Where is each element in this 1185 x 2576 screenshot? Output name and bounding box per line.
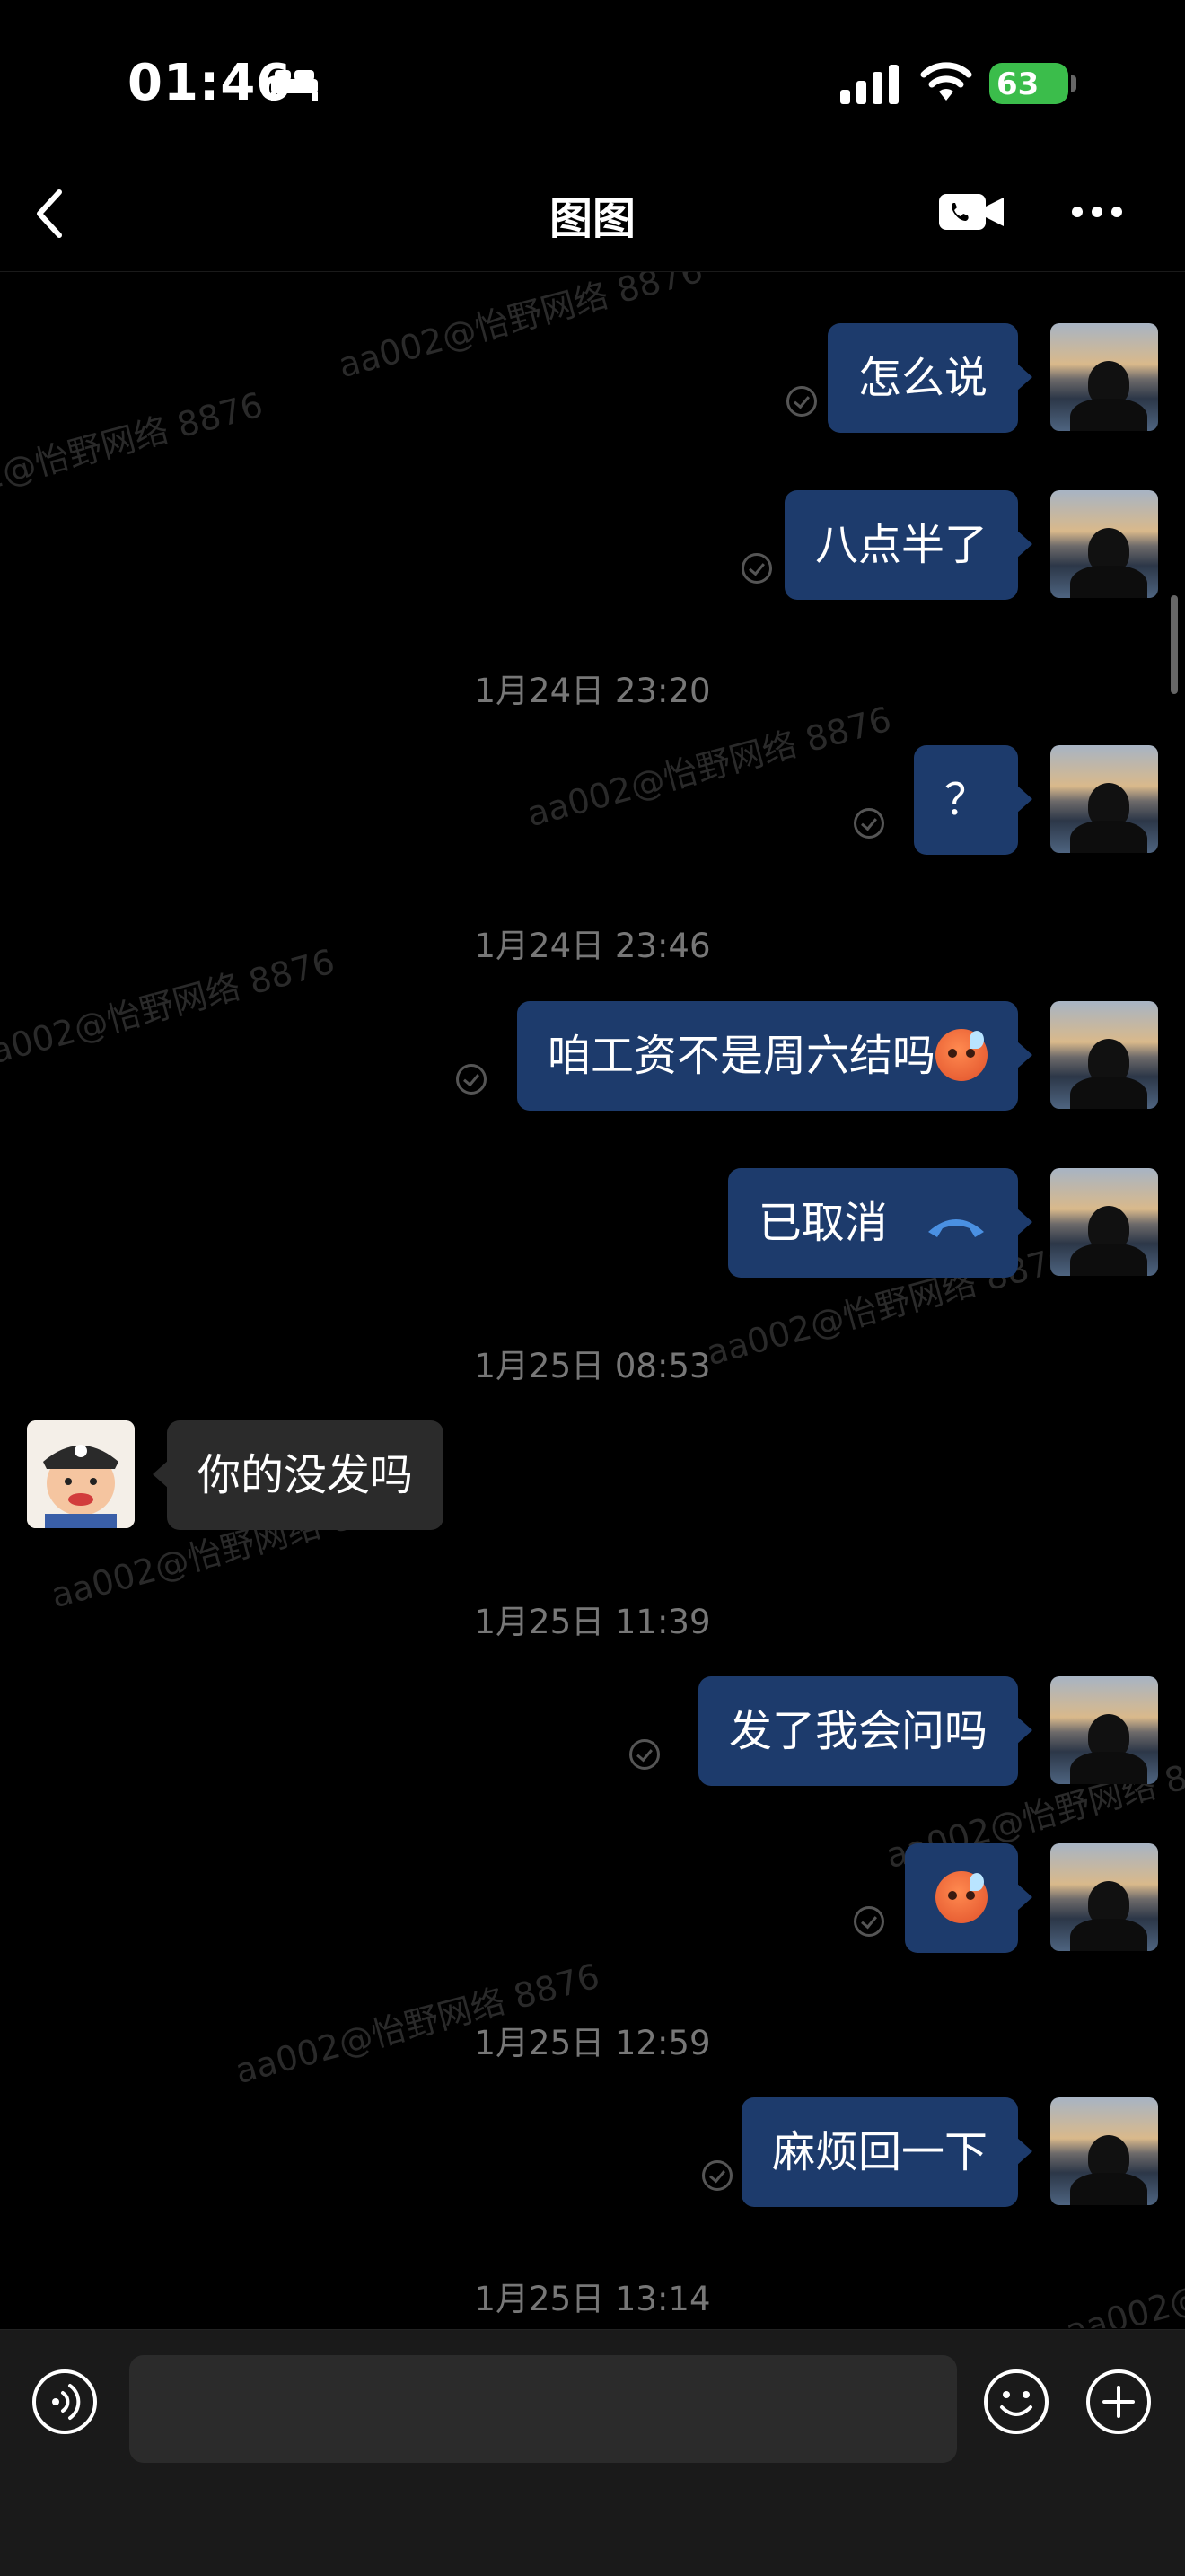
call-cancelled-bubble[interactable]: 已取消 <box>727 1168 1033 1278</box>
message-row: 已取消 <box>0 1168 1185 1278</box>
message-bubble[interactable]: ？ <box>913 745 1033 855</box>
message-text: 已取消 <box>758 1198 888 1248</box>
read-check-icon <box>854 808 884 839</box>
message-row: 发了我会问吗 <box>0 1676 1185 1786</box>
sweat-emoji-icon <box>935 1029 988 1081</box>
battery-tip <box>1071 75 1076 92</box>
sweat-emoji-icon <box>935 1871 988 1923</box>
wifi-icon <box>920 62 972 101</box>
message-row: 咱工资不是周六结吗 <box>0 1001 1185 1111</box>
bed-icon <box>271 70 318 101</box>
message-row <box>0 1843 1185 1953</box>
timestamp: 1月25日 13:14 <box>474 2280 711 2318</box>
message-bubble[interactable]: 怎么说 <box>827 323 1033 433</box>
read-check-icon <box>786 386 817 417</box>
voice-icon[interactable] <box>31 2368 99 2436</box>
my-avatar[interactable] <box>1050 323 1158 431</box>
read-check-icon <box>702 2160 733 2191</box>
read-check-icon <box>456 1064 487 1095</box>
message-row: 你的没发吗 <box>0 1420 1185 1530</box>
input-bar <box>0 2329 1185 2576</box>
message-bubble[interactable]: 八点半了 <box>784 490 1033 600</box>
message-row: 麻烦回一下 <box>0 2097 1185 2207</box>
chat-title: 图图 <box>549 194 636 244</box>
my-avatar[interactable] <box>1050 2097 1158 2205</box>
more-icon[interactable] <box>1070 205 1124 219</box>
timestamp: 1月25日 12:59 <box>474 2024 711 2062</box>
message-bubble[interactable]: 发了我会问吗 <box>698 1676 1033 1786</box>
timestamp: 1月25日 11:39 <box>474 1603 711 1641</box>
contact-avatar[interactable] <box>27 1420 135 1528</box>
plus-icon[interactable] <box>1084 2368 1153 2436</box>
phone-hangup-icon <box>928 1219 984 1237</box>
read-check-icon <box>629 1739 660 1770</box>
message-row: 怎么说 <box>0 323 1185 433</box>
timestamp: 1月24日 23:46 <box>474 927 711 965</box>
message-bubble[interactable]: 麻烦回一下 <box>741 2097 1033 2207</box>
chat-area[interactable]: aa002@怡野网络 8876 aa002@怡野网络 8876 aa002@怡野… <box>0 272 1185 2328</box>
my-avatar[interactable] <box>1050 1001 1158 1109</box>
emoji-bubble[interactable] <box>905 1843 1032 1953</box>
timestamp: 1月25日 08:53 <box>474 1347 711 1385</box>
my-avatar[interactable] <box>1050 1676 1158 1784</box>
battery-indicator: 63 <box>989 63 1068 104</box>
read-check-icon <box>854 1906 884 1937</box>
message-bubble[interactable]: 咱工资不是周六结吗 <box>516 1001 1033 1111</box>
chat-header: 图图 <box>0 153 1185 272</box>
my-avatar[interactable] <box>1050 745 1158 853</box>
message-row: 八点半了 <box>0 490 1185 600</box>
my-avatar[interactable] <box>1050 1168 1158 1276</box>
message-input[interactable] <box>129 2355 957 2463</box>
video-call-icon[interactable] <box>939 192 1005 232</box>
timestamp: 1月24日 23:20 <box>474 672 711 710</box>
emoji-icon[interactable] <box>982 2368 1050 2436</box>
status-time: 01:46 <box>127 54 293 112</box>
message-bubble[interactable]: 你的没发吗 <box>152 1420 444 1530</box>
status-bar: 01:46 63 <box>0 0 1185 153</box>
read-check-icon <box>742 553 772 584</box>
my-avatar[interactable] <box>1050 490 1158 598</box>
battery-level: 63 <box>996 66 1040 102</box>
message-text: 咱工资不是周六结吗 <box>547 1031 935 1081</box>
signal-icon <box>840 65 899 104</box>
my-avatar[interactable] <box>1050 1843 1158 1951</box>
message-row: ？ <box>0 745 1185 855</box>
